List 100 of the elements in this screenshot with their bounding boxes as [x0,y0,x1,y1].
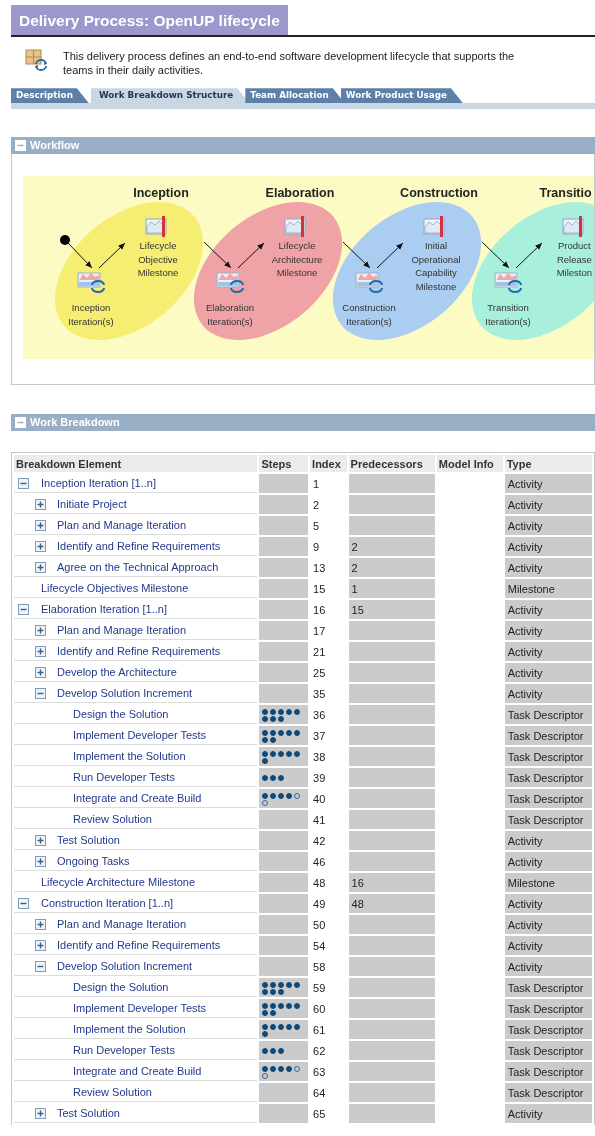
tab[interactable]: Work Product Usage [340,88,463,104]
element-link[interactable]: Run Developer Tests [73,769,175,786]
element-link[interactable]: Run Developer Tests [73,1042,175,1059]
element-link[interactable]: Develop the Architecture [57,664,177,681]
index-text: 60 [313,1002,326,1015]
element-link[interactable]: Identify and Refine Requirements [57,937,221,954]
element-link[interactable]: Implement Developer Tests [73,727,207,744]
index-text: 35 [313,687,326,700]
index-text: 16 [313,603,326,616]
column-header: Breakdown Element [14,455,258,473]
index-text: 17 [313,624,326,637]
expand-icon[interactable] [35,1107,46,1119]
expand-icon[interactable] [35,624,46,636]
type-text: Activity [507,603,543,616]
column-header: Model Info [436,455,503,473]
collapse-icon[interactable] [35,960,46,972]
index-text: 9 [313,540,320,553]
arrow [203,241,232,269]
element-link[interactable]: Identify and Refine Requirements [57,643,221,660]
arrow [481,241,510,269]
predecessor-text: 16 [351,876,364,889]
expand-icon[interactable] [35,666,46,678]
index-text: 41 [313,813,326,826]
expand-icon[interactable] [35,498,46,510]
phase-title: Inception [133,186,189,201]
type-text: Activity [507,540,543,553]
iteration-label: Construction Iteration(s) [342,302,396,328]
type-text: Activity [507,624,543,637]
element-link[interactable]: Identify and Refine Requirements [57,538,221,555]
type-text: Task Descriptor [507,1044,584,1057]
element-link[interactable]: Plan and Manage Iteration [57,622,187,639]
expand-icon[interactable] [35,645,46,657]
element-link[interactable]: Ongoing Tasks [57,853,130,870]
expand-icon[interactable] [35,834,46,846]
collapse-icon[interactable] [18,897,29,909]
expand-icon[interactable] [35,561,46,573]
element-link[interactable]: Develop Solution Increment [57,958,193,975]
type-text: Task Descriptor [507,771,584,784]
type-text: Activity [507,834,543,847]
element-link[interactable]: Initiate Project [57,496,127,513]
element-link[interactable]: Plan and Manage Iteration [57,916,187,933]
index-text: 13 [313,561,326,574]
collapse-icon[interactable] [18,477,29,489]
page-title: Delivery Process: OpenUP lifecycle [11,5,288,36]
phase-title: Elaboration [265,186,335,201]
element-link[interactable]: Agree on the Technical Approach [57,559,219,576]
expand-icon[interactable] [35,519,46,531]
predecessor-text: 48 [351,897,364,910]
element-link[interactable]: Implement Developer Tests [73,1000,207,1017]
arrow [237,242,265,269]
arrow [376,242,404,269]
element-link[interactable]: Elaboration Iteration [1..n] [41,601,167,618]
element-link[interactable]: Lifecycle Architecture Milestone [41,874,196,891]
element-link[interactable]: Lifecycle Objectives Milestone [41,580,189,597]
element-link[interactable]: Review Solution [73,811,152,828]
index-text: 42 [313,834,326,847]
index-text: 39 [313,771,326,784]
expand-icon[interactable] [35,540,46,552]
tab[interactable]: Description [11,88,89,104]
iteration-label: Inception Iteration(s) [68,302,114,328]
element-link[interactable]: Construction Iteration [1..n] [41,895,174,912]
milestone-icon [145,216,167,238]
type-text: Activity [507,687,543,700]
collapse-icon[interactable] [35,687,46,699]
element-link[interactable]: Plan and Manage Iteration [57,517,187,534]
index-text: 48 [313,876,326,889]
type-text: Task Descriptor [507,1086,584,1099]
element-link[interactable]: Integrate and Create Build [73,1063,202,1080]
element-link[interactable]: Review Solution [73,1084,152,1101]
element-link[interactable]: Develop Solution Increment [57,685,193,702]
index-text: 38 [313,750,326,763]
index-text: 59 [313,981,326,994]
type-text: Task Descriptor [507,1023,584,1036]
type-text: Task Descriptor [507,1065,584,1078]
element-link[interactable]: Inception Iteration [1..n] [41,475,156,492]
element-link[interactable]: Test Solution [57,832,120,849]
arrow [67,242,93,269]
predecessor-text: 15 [351,603,364,616]
element-link[interactable]: Design the Solution [73,979,169,996]
type-text: Milestone [507,876,555,889]
element-link[interactable]: Design the Solution [73,706,169,723]
collapse-icon[interactable] [18,603,29,615]
index-text: 40 [313,792,326,805]
expand-icon[interactable] [35,855,46,867]
element-link[interactable]: Integrate and Create Build [73,790,202,807]
section-title: Work Breakdown [30,415,120,431]
type-text: Task Descriptor [507,813,584,826]
element-link[interactable]: Implement the Solution [73,748,186,765]
start-node [60,235,70,246]
expand-icon[interactable] [35,939,46,951]
element-link[interactable]: Test Solution [57,1105,120,1122]
element-link[interactable]: Implement the Solution [73,1021,186,1038]
predecessor-text: 2 [351,561,358,574]
type-text: Task Descriptor [507,750,584,763]
arrow [515,242,543,269]
milestone-label: Lifecycle Objective Milestone [137,240,179,279]
index-text: 25 [313,666,326,679]
type-text: Activity [507,939,543,952]
phase-title: Construction [400,186,478,201]
expand-icon[interactable] [35,918,46,930]
